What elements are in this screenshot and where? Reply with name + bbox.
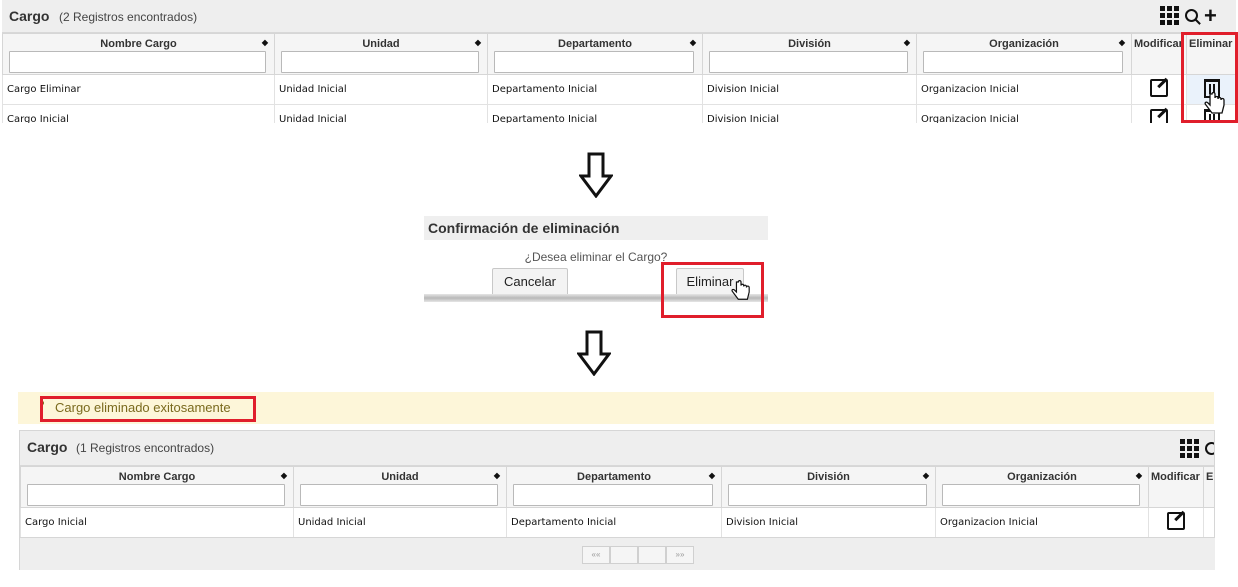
cancel-button[interactable]: Cancelar: [492, 268, 568, 296]
add-icon[interactable]: +: [1204, 4, 1217, 26]
filter-input-division[interactable]: [709, 51, 908, 73]
dialog-title: Confirmación de eliminación: [424, 216, 768, 240]
cell-modificar: [1148, 507, 1204, 538]
search-icon[interactable]: [1205, 442, 1214, 455]
col-unidad[interactable]: Unidad ◆: [274, 33, 488, 75]
filter-input-departamento[interactable]: [494, 51, 694, 73]
sort-icon: ◆: [474, 38, 481, 47]
cell-unidad: Unidad Inicial: [274, 104, 488, 123]
col-division[interactable]: División ◆: [721, 466, 936, 508]
col-eliminar: E: [1203, 466, 1214, 508]
panel-header: Cargo (1 Registros encontrados): [20, 431, 1214, 466]
cell-organizacion: Organizacion Inicial: [935, 507, 1149, 538]
panel-title: Cargo: [27, 439, 68, 455]
down-arrow-icon: [577, 330, 611, 376]
table-row[interactable]: Cargo Inicial Unidad Inicial Departament…: [2, 104, 1236, 123]
sort-icon: ◆: [903, 38, 910, 47]
cell-unidad: Unidad Inicial: [293, 507, 507, 538]
sort-icon: ◆: [261, 38, 268, 47]
edit-icon[interactable]: [1150, 109, 1168, 123]
cell-modificar: [1131, 104, 1187, 123]
cell-departamento: Departamento Inicial: [487, 74, 703, 105]
sort-icon: ◆: [493, 471, 500, 480]
col-nombre-cargo[interactable]: Nombre Cargo ◆: [2, 33, 275, 75]
prev-page-button[interactable]: [610, 546, 638, 564]
filter-input-organizacion[interactable]: [923, 51, 1123, 73]
filter-input-nombre[interactable]: [9, 51, 266, 73]
cargo-table: Nombre Cargo ◆ Unidad ◆ Departamento ◆ Divi…: [20, 466, 1214, 538]
header-actions: +: [1160, 4, 1217, 26]
table-row[interactable]: Cargo Eliminar Unidad Inicial Departamen…: [2, 74, 1236, 105]
col-organizacion[interactable]: Organización ◆: [935, 466, 1149, 508]
sort-icon: ◆: [1135, 471, 1142, 480]
cell-division: Division Inicial: [721, 507, 936, 538]
filter-input-departamento[interactable]: [513, 484, 713, 506]
cell-departamento: Departamento Inicial: [506, 507, 722, 538]
sort-icon: ◆: [1118, 38, 1125, 47]
cell-division: Division Inicial: [702, 104, 917, 123]
cell-nombre: Cargo Inicial: [2, 104, 275, 123]
next-page-button[interactable]: [638, 546, 666, 564]
record-count: (2 Registros encontrados): [59, 10, 198, 24]
col-nombre-cargo[interactable]: Nombre Cargo ◆: [20, 466, 294, 508]
highlight-eliminar-column: [1181, 32, 1238, 123]
edit-icon[interactable]: [1167, 512, 1185, 530]
cargo-table: Nombre Cargo ◆ Unidad ◆ Departamento ◆ Divi…: [2, 33, 1236, 123]
col-division[interactable]: División ◆: [702, 33, 917, 75]
record-count: (1 Registros encontrados): [76, 441, 215, 455]
col-organizacion[interactable]: Organización ◆: [916, 33, 1132, 75]
col-modificar: Modificar: [1131, 33, 1187, 75]
cell-eliminar: [1203, 507, 1214, 538]
sort-icon: ◆: [280, 471, 287, 480]
col-modificar: Modificar: [1148, 466, 1204, 508]
cell-organizacion: Organizacion Inicial: [916, 74, 1132, 105]
filter-input-organizacion[interactable]: [942, 484, 1140, 506]
last-page-button[interactable]: »»: [666, 546, 694, 564]
edit-icon[interactable]: [1150, 79, 1168, 97]
cell-nombre: Cargo Inicial: [20, 507, 294, 538]
panel-title: Cargo: [9, 8, 50, 24]
cell-departamento: Departamento Inicial: [487, 104, 703, 123]
cell-organizacion: Organizacion Inicial: [916, 104, 1132, 123]
cell-division: Division Inicial: [702, 74, 917, 105]
search-icon[interactable]: [1185, 9, 1198, 22]
col-departamento[interactable]: Departamento ◆: [487, 33, 703, 75]
table-row[interactable]: Cargo Inicial Unidad Inicial Departament…: [20, 507, 1214, 538]
sort-icon: ◆: [689, 38, 696, 47]
pagination: «« »»: [20, 537, 1215, 570]
highlight-success-message: [40, 396, 256, 422]
cell-modificar: [1131, 74, 1187, 105]
header-actions: [1180, 439, 1214, 458]
cargo-panel-before: Cargo (2 Registros encontrados) + Nombre…: [2, 0, 1236, 123]
filter-input-division[interactable]: [728, 484, 927, 506]
cell-unidad: Unidad Inicial: [274, 74, 488, 105]
cell-nombre: Cargo Eliminar: [2, 74, 275, 105]
sort-icon: ◆: [922, 471, 929, 480]
sort-icon: ◆: [708, 471, 715, 480]
grid-menu-icon[interactable]: [1160, 6, 1179, 25]
col-unidad[interactable]: Unidad ◆: [293, 466, 507, 508]
grid-menu-icon[interactable]: [1180, 439, 1199, 458]
highlight-eliminar-button: [661, 262, 764, 318]
down-arrow-icon: [579, 152, 613, 198]
filter-input-unidad[interactable]: [300, 484, 498, 506]
first-page-button[interactable]: ««: [582, 546, 610, 564]
filter-input-unidad[interactable]: [281, 51, 479, 73]
col-departamento[interactable]: Departamento ◆: [506, 466, 722, 508]
filter-input-nombre[interactable]: [27, 484, 285, 506]
panel-header: Cargo (2 Registros encontrados) +: [2, 0, 1236, 33]
